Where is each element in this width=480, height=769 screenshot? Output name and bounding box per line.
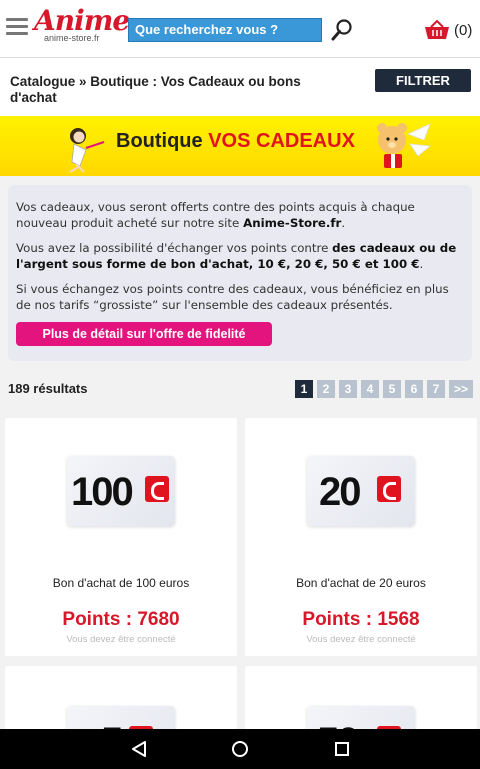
logo[interactable]: Anime anime-store.fr (34, 4, 130, 48)
gift-voucher-image[interactable]: 20 (307, 456, 415, 526)
product-title[interactable]: Bon d'achat de 20 euros (245, 576, 477, 590)
product-title[interactable]: Bon d'achat de 100 euros (5, 576, 237, 590)
voucher-amount: 20 (319, 470, 361, 514)
pagination: 1 2 3 4 5 6 7 >> (295, 380, 473, 398)
product-points: Points : 1568 (302, 609, 420, 630)
page-3-button[interactable]: 3 (339, 380, 357, 398)
info-paragraph-1: Vos cadeaux, vous seront offerts contre … (16, 200, 415, 230)
voucher-amount: 5 (101, 720, 123, 729)
page-7-button[interactable]: 7 (427, 380, 445, 398)
login-required-note: Vous devez être connecté (66, 634, 176, 645)
info-paragraph-2: Vous avez la possibilité d'échanger vos … (16, 241, 457, 271)
product-card[interactable]: 5 (5, 666, 237, 729)
loyalty-info-box: Vos cadeaux, vous seront offerts contre … (8, 185, 472, 361)
anime-girl-illustration (69, 128, 105, 173)
product-card[interactable]: 100 Bon d'achat de 100 euros Points : 76… (5, 418, 237, 656)
next-page-button[interactable]: >> (449, 380, 473, 398)
euro-icon (145, 476, 169, 502)
teddy-bear-illustration (377, 123, 431, 168)
menu-icon[interactable] (6, 18, 28, 36)
loyalty-details-button[interactable]: Plus de détail sur l'offre de fidelité (16, 322, 272, 346)
euro-icon (377, 476, 401, 502)
shop-banner: Boutique VOS CADEAUX (0, 116, 480, 176)
page-2-button[interactable]: 2 (317, 380, 335, 398)
breadcrumb-area: Catalogue » Boutique : Vos Cadeaux ou bo… (0, 58, 480, 116)
page-6-button[interactable]: 6 (405, 380, 423, 398)
gift-voucher-image[interactable]: 50 (307, 706, 415, 729)
product-points: Points : 7680 (62, 609, 180, 630)
page-4-button[interactable]: 4 (361, 380, 379, 398)
breadcrumb[interactable]: Catalogue » Boutique : Vos Cadeaux ou bo… (10, 74, 310, 106)
top-bar: Anime anime-store.fr Que recherchez vous… (0, 0, 480, 58)
filter-button[interactable]: FILTRER (375, 69, 471, 92)
gift-voucher-image[interactable]: 100 (67, 456, 175, 526)
page-1-button[interactable]: 1 (295, 380, 313, 398)
info-paragraph-3: Si vous échangez vos points contre des c… (16, 282, 449, 312)
gift-voucher-image[interactable]: 5 (67, 706, 175, 729)
results-count: 189 résultats (8, 381, 88, 396)
system-navigation-bar (0, 729, 480, 769)
voucher-amount: 50 (317, 720, 359, 729)
back-icon[interactable] (131, 741, 147, 757)
cart-count: (0) (454, 21, 473, 39)
login-required-note: Vous devez être connecté (306, 634, 416, 645)
recent-apps-icon[interactable] (335, 742, 349, 756)
product-card[interactable]: 20 Bon d'achat de 20 euros Points : 1568… (245, 418, 477, 656)
home-icon[interactable] (232, 741, 248, 757)
search-icon[interactable] (330, 18, 354, 42)
cart-button[interactable]: (0) (424, 16, 472, 44)
voucher-amount: 100 (71, 470, 134, 514)
banner-title-accent: VOS CADEAUX (208, 130, 355, 152)
page-5-button[interactable]: 5 (383, 380, 401, 398)
banner-title: Boutique VOS CADEAUX (116, 130, 355, 152)
logo-text: Anime (34, 4, 130, 37)
search-input[interactable]: Que recherchez vous ? (128, 18, 322, 42)
basket-icon (425, 19, 449, 39)
product-card[interactable]: 50 (245, 666, 477, 729)
